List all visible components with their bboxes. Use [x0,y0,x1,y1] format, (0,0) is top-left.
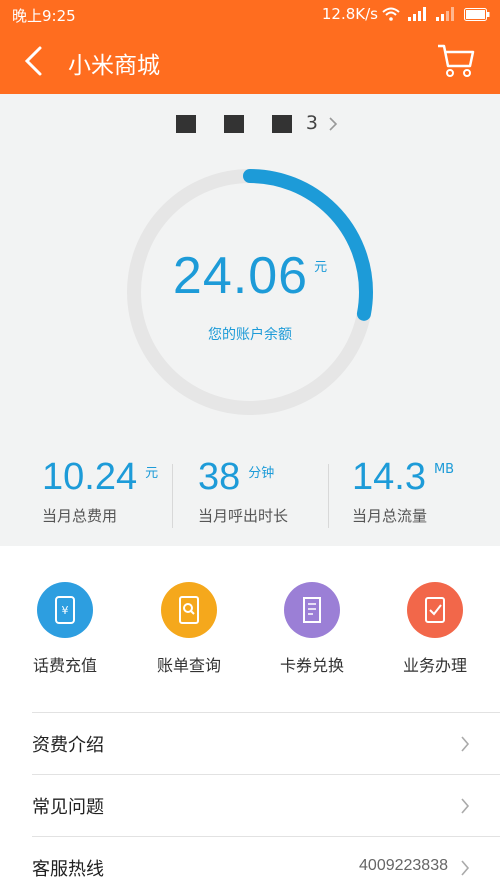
redacted-block [271,114,292,133]
recharge-icon: ¥ [37,582,93,638]
quick-actions: ¥ 话费充值 账单查询 卡券兑换 业务办理 [0,546,500,706]
signal-icon [408,7,426,21]
action-label: 业务办理 [402,656,467,675]
redacted-block [175,114,196,133]
account-number[interactable]: 3 [0,112,500,134]
chevron-right-icon [461,736,470,752]
menu-item-tariff[interactable]: 资费介绍 [32,712,500,774]
cart-icon[interactable] [436,42,476,80]
menu-item-hotline[interactable]: 客服热线 4009223838 [32,836,500,888]
svg-text:¥: ¥ [62,604,69,617]
menu-item-label: 资费介绍 [32,735,104,756]
balance-unit: 元 [314,260,328,275]
stat-label: 当月总流量 [352,507,428,525]
wifi-icon [382,7,400,21]
chevron-right-icon [461,860,470,876]
stat-label: 当月呼出时长 [198,507,289,525]
stat-value: 10.24 [42,456,138,498]
back-arrow-icon[interactable] [18,44,52,78]
menu-item-label: 客服热线 [32,859,104,880]
account-display: 3 [305,112,319,134]
redacted-block [223,114,244,133]
battery-icon [464,7,490,21]
action-bill-query[interactable]: 账单查询 [134,582,244,676]
stat-unit: 元 [145,466,159,481]
action-business[interactable]: 业务办理 [380,582,490,676]
balance-panel: 3 24.06 元 您的账户余额 10.24 元 当月总费用 38 分钟 当月呼出时长… [0,94,500,546]
stat-unit: 分钟 [248,466,275,481]
app-bar: 小米商城 [0,28,500,94]
balance-amount: 24.06 元 [0,246,500,306]
balance-label: 您的账户余额 [208,327,292,343]
stat-unit: MB [433,462,455,477]
stat-value: 38 [198,456,241,498]
balance-value: 24.06 [172,247,309,305]
action-recharge[interactable]: ¥ 话费充值 [10,582,120,676]
chevron-right-icon [329,116,338,131]
menu-list: 资费介绍 常见问题 客服热线 4009223838 [0,712,500,888]
hotline-number: 4009223838 [359,857,448,874]
chevron-right-icon [461,798,470,814]
action-label: 话费充值 [32,656,97,675]
stat-call-duration[interactable]: 38 分钟 当月呼出时长 [198,456,363,526]
stat-value: 14.3 [352,456,426,498]
stat-data-usage[interactable]: 14.3 MB 当月总流量 [352,456,500,526]
divider [328,464,329,528]
stat-label: 当月总费用 [42,507,118,525]
signal-icon-2 [436,7,454,21]
bill-search-icon [161,582,217,638]
page-title: 小米商城 [68,53,160,79]
menu-item-label: 常见问题 [32,797,104,818]
business-icon [407,582,463,638]
coupon-icon [284,582,340,638]
action-coupon[interactable]: 卡券兑换 [257,582,367,676]
stat-monthly-fee[interactable]: 10.24 元 当月总费用 [42,456,207,526]
status-time: 晚上9:25 [12,7,76,25]
divider [172,464,173,528]
status-bar: 晚上9:25 12.8K/s [0,0,500,28]
usage-stats: 10.24 元 当月总费用 38 分钟 当月呼出时长 14.3 MB 当月总流量 [0,456,500,536]
action-label: 卡券兑换 [279,656,344,675]
action-label: 账单查询 [156,656,221,675]
menu-item-faq[interactable]: 常见问题 [32,774,500,836]
network-speed: 12.8K/s [321,5,378,23]
